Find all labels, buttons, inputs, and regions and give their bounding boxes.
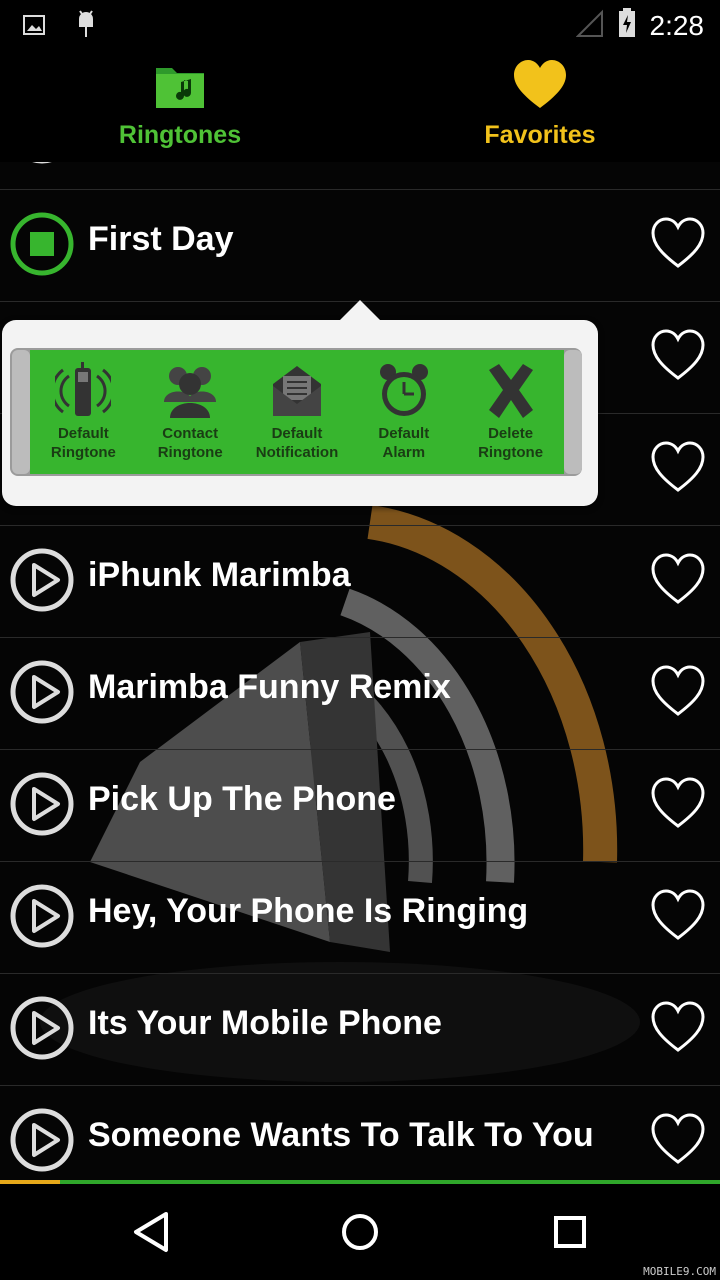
list-item[interactable]: iPhunk Marimba [0,525,720,637]
status-bar: 2:28 [0,0,720,50]
watermark: MOBILE9.COM [643,1265,716,1278]
signal-icon [575,8,604,43]
ringtone-title: iPhunk Marimba [88,556,351,594]
play-icon[interactable] [10,162,74,164]
tab-bar: Ringtones Favorites [0,50,720,162]
favorite-heart-icon[interactable] [650,888,706,942]
contacts-icon [164,367,217,418]
music-folder-icon [154,68,206,114]
action-label-line2: Alarm [382,444,426,461]
favorite-heart-icon[interactable] [650,1000,706,1054]
stop-icon[interactable] [10,212,74,276]
heart-icon [514,60,566,114]
envelope-icon [272,366,321,416]
ringtone-title: Its Your Mobile Phone [88,1004,442,1042]
default-notification-button[interactable]: Default Notification [244,350,351,474]
ringtone-title: Pick Up The Phone [88,780,396,818]
alarm-clock-icon [379,364,428,416]
list-item[interactable]: First Day [0,189,720,301]
list-item[interactable]: Hey, Your Phone Is Ringing [0,861,720,973]
play-icon[interactable] [10,884,74,948]
list-item[interactable]: Pick Up The Phone [0,749,720,861]
navigation-bar: MOBILE9.COM [0,1184,720,1280]
list-item[interactable] [0,162,720,189]
favorite-heart-icon[interactable] [650,216,706,270]
contact-ringtone-button[interactable]: Contact Ringtone [137,350,244,474]
action-label-line1: Delete [488,425,534,442]
favorite-heart-icon[interactable] [650,328,706,382]
play-icon[interactable] [10,1108,74,1172]
action-label-line2: Notification [255,444,339,461]
menu-pointer [340,300,380,320]
delete-ringtone-button[interactable]: Delete Ringtone [457,350,564,474]
battery-charging-icon [618,8,636,43]
delete-x-icon [488,364,533,418]
tab-ringtones[interactable]: Ringtones [0,60,360,160]
ringtone-title: Marimba Funny Remix [88,668,451,706]
image-icon [22,13,46,42]
recents-icon[interactable] [540,1206,600,1258]
play-icon[interactable] [10,996,74,1060]
list-item[interactable]: Marimba Funny Remix [0,637,720,749]
action-label-line1: Contact [162,425,219,442]
clock: 2:28 [649,9,705,41]
action-label-line1: Default [378,425,430,442]
default-ringtone-button[interactable]: Default Ringtone [30,350,137,474]
favorite-heart-icon[interactable] [650,1112,706,1166]
play-icon[interactable] [10,772,74,836]
favorite-heart-icon[interactable] [650,776,706,830]
favorite-heart-icon[interactable] [650,664,706,718]
ringtone-title: Hey, Your Phone Is Ringing [88,892,529,930]
phone-icon [55,362,112,416]
android-icon [74,10,98,45]
ringtone-action-menu: Default Ringtone Contact Ringtone Defaul… [2,300,598,506]
play-icon[interactable] [10,548,74,612]
action-label-line2: Ringtone [157,444,223,461]
menu-left-handle[interactable] [12,350,30,474]
ringtone-title: First Day [88,220,234,258]
list-item[interactable]: Its Your Mobile Phone [0,973,720,1085]
back-icon[interactable] [122,1206,182,1258]
tab-favorites-label: Favorites [484,121,596,149]
ringtone-title: Someone Wants To Talk To You [88,1116,594,1154]
action-label-line2: Ringtone [478,444,544,461]
action-label-line1: Default [57,425,109,442]
default-alarm-button[interactable]: Default Alarm [350,350,457,474]
action-label-line2: Ringtone [50,444,116,461]
tab-favorites[interactable]: Favorites [360,60,720,160]
home-icon[interactable] [330,1206,390,1258]
tab-ringtones-label: Ringtones [118,121,242,149]
play-icon[interactable] [10,660,74,724]
favorite-heart-icon[interactable] [650,440,706,494]
action-label-line1: Default [271,425,323,442]
favorite-heart-icon[interactable] [650,552,706,606]
menu-right-handle[interactable] [564,350,582,474]
list-item[interactable]: Someone Wants To Talk To You [0,1085,720,1180]
